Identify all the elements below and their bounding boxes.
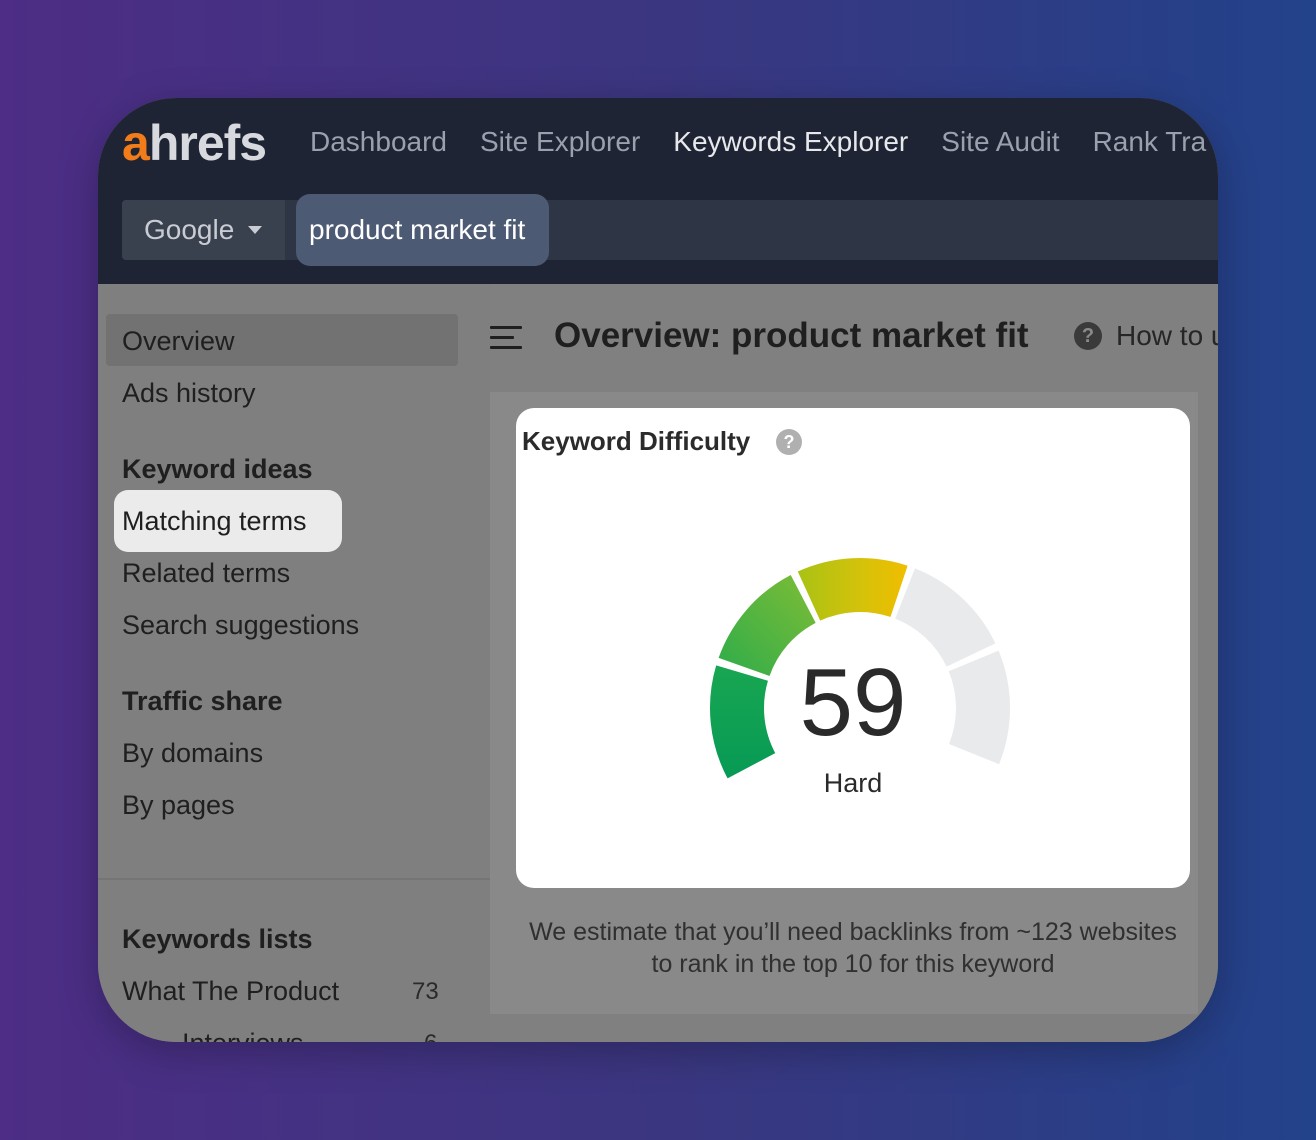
keywords-list-count: 73 [412,978,439,1005]
page-title: Overview: product market fit [554,316,1029,355]
keyword-search-input[interactable]: product market fit [296,194,550,266]
sidebar-item-related-terms[interactable]: Related terms [122,558,290,589]
main-nav: Dashboard Site Explorer Keywords Explore… [310,126,1218,158]
gauge-segment [797,558,908,621]
keyword-difficulty-title: Keyword Difficulty [522,426,751,456]
difficulty-label: Hard [823,768,883,798]
search-engine-dropdown[interactable]: Google [122,200,285,260]
nav-rank-tracker[interactable]: Rank Tra [1093,126,1207,158]
sidebar-item-matching-terms[interactable]: Matching terms [122,506,307,537]
help-icon[interactable]: ? [1074,322,1102,350]
top-bar: ahrefs Dashboard Site Explorer Keywords … [98,98,1218,284]
main-content: Overview: product market fit ? How to u … [490,284,1218,1042]
sidebar-item-by-pages[interactable]: By pages [122,790,235,821]
keywords-list-count: 6 [424,1030,437,1042]
question-mark-icon[interactable]: ? [776,429,802,455]
keyword-difficulty-card: Keyword Difficulty ? 59 Hard [516,408,1190,888]
search-engine-label: Google [144,214,235,245]
keywords-list-item[interactable]: What The Product [122,976,339,1007]
sidebar-item-search-suggestions[interactable]: Search suggestions [122,610,359,641]
overview-panel: Keyword Difficulty ? 59 Hard We estimate… [490,392,1198,1014]
backlinks-estimate: We estimate that you’ll need backlinks f… [529,918,1177,978]
difficulty-score: 59 [799,649,907,756]
keywords-list-item[interactable]: Interviews [182,1028,304,1042]
nav-site-audit[interactable]: Site Audit [941,126,1059,158]
nav-keywords-explorer[interactable]: Keywords Explorer [673,126,908,158]
chevron-down-icon [248,226,262,234]
sidebar-item-overview[interactable]: Overview [122,326,235,357]
sidebar-item-ads-history[interactable]: Ads history [122,378,256,409]
sidebar-heading-traffic-share: Traffic share [122,686,283,716]
logo-accent: a [122,115,150,171]
sidebar-heading-keyword-ideas: Keyword ideas [122,454,313,484]
search-bar: Google product market fit [122,194,1218,266]
sidebar-divider [98,878,490,880]
nav-site-explorer[interactable]: Site Explorer [480,126,640,158]
nav-dashboard[interactable]: Dashboard [310,126,447,158]
sidebar: Overview Ads history Keyword ideas Match… [98,284,490,1042]
sidebar-item-by-domains[interactable]: By domains [122,738,263,769]
logo-text: hrefs [148,115,267,171]
keyword-query-text: product market fit [309,214,526,245]
hamburger-menu-icon[interactable] [490,326,522,350]
how-to-link[interactable]: How to u [1116,320,1218,352]
ahrefs-logo[interactable]: ahrefs [122,114,267,172]
sidebar-heading-keywords-lists: Keywords lists [122,924,313,954]
app-window: ahrefs Dashboard Site Explorer Keywords … [98,98,1218,1042]
